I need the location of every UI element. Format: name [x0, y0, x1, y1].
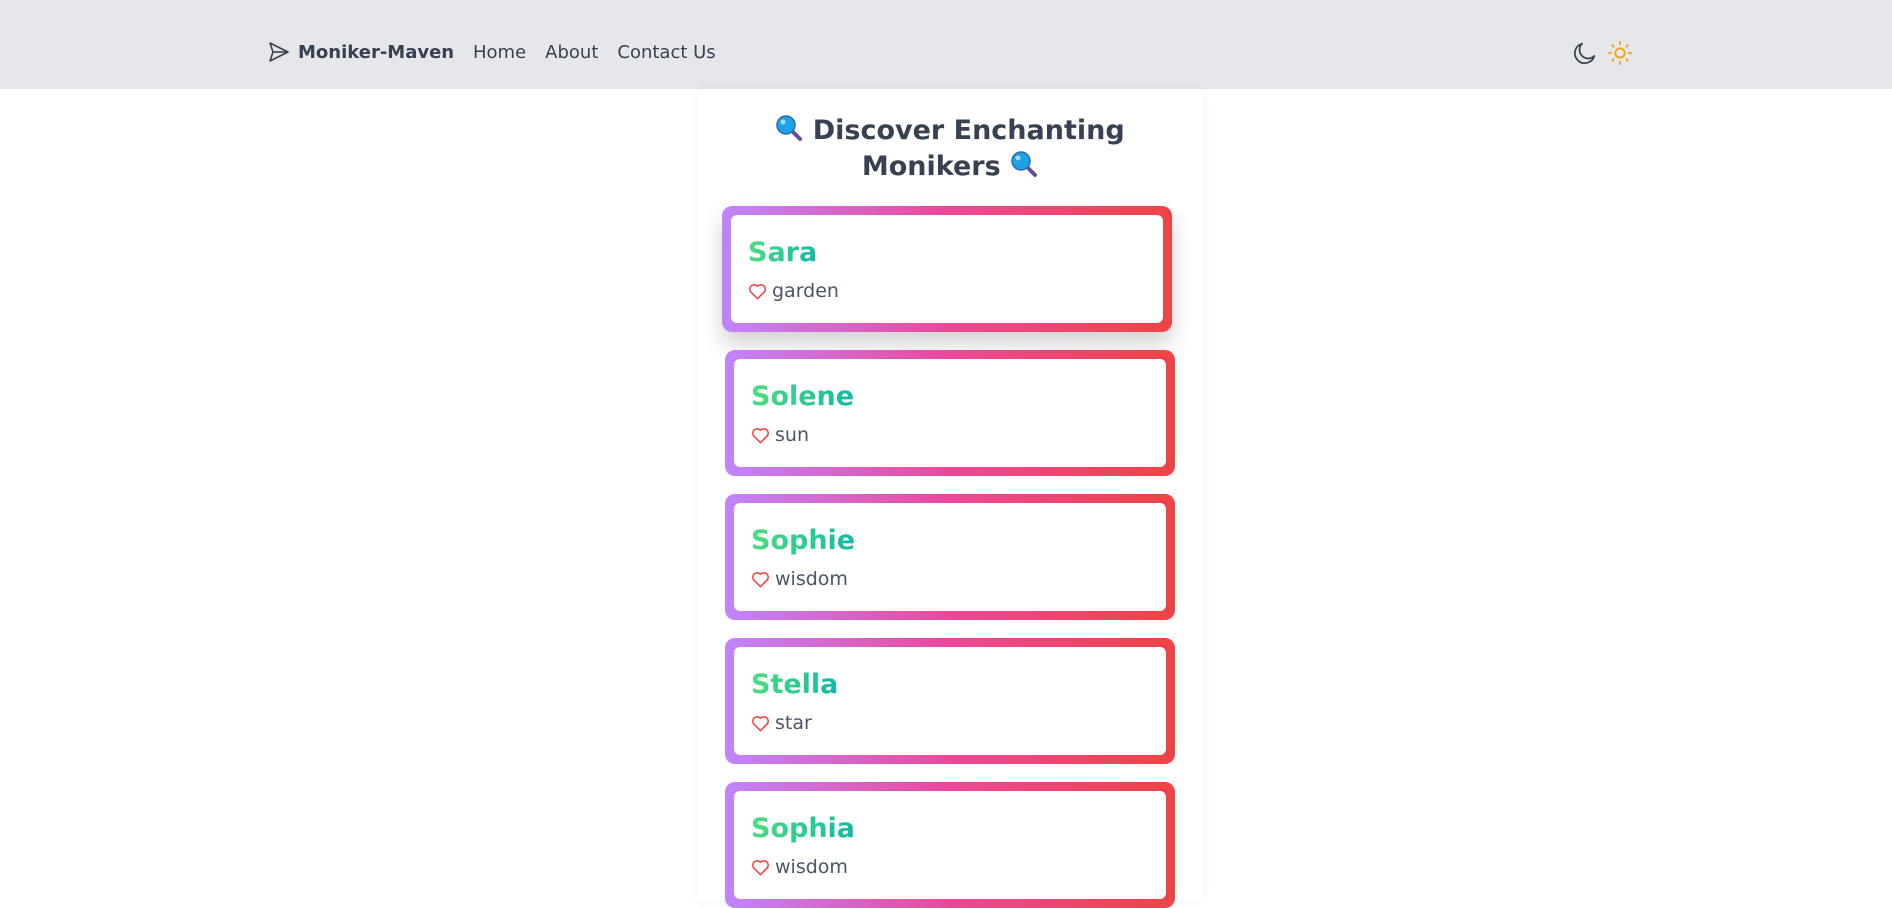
heart-icon	[751, 714, 770, 733]
paper-plane-icon	[267, 40, 291, 64]
name-card[interactable]: Sophia wisdom	[725, 782, 1175, 908]
page-title: Discover Enchanting Monikers	[697, 113, 1203, 185]
magnifying-glass-icon	[1010, 150, 1038, 178]
heart-icon	[751, 858, 770, 877]
top-navbar: Moniker-Maven Home About Contact Us	[0, 0, 1892, 89]
card-name: Stella	[751, 669, 839, 700]
card-body: Sophia wisdom	[734, 791, 1166, 899]
card-name: Sophia	[751, 813, 856, 844]
card-body: Solene sun	[734, 359, 1166, 467]
meaning-text: garden	[772, 280, 839, 302]
name-card[interactable]: Sophie wisdom	[725, 494, 1175, 620]
card-body: Stella star	[734, 647, 1166, 755]
name-card[interactable]: Solene sun	[725, 350, 1175, 476]
name-card[interactable]: Stella star	[725, 638, 1175, 764]
heart-icon	[751, 570, 770, 589]
title-line-1: Discover Enchanting	[812, 115, 1125, 146]
card-meaning: wisdom	[751, 568, 848, 590]
nav-about-link[interactable]: About	[545, 42, 598, 63]
moon-icon[interactable]	[1571, 39, 1599, 67]
nav-contact-link[interactable]: Contact Us	[617, 42, 715, 63]
sun-icon[interactable]	[1606, 39, 1634, 67]
name-card[interactable]: Sara garden	[722, 206, 1172, 332]
meaning-text: wisdom	[775, 568, 848, 590]
brand-name: Moniker-Maven	[298, 41, 455, 63]
meaning-text: sun	[775, 424, 809, 446]
heart-icon	[751, 426, 770, 445]
names-panel: Discover Enchanting Monikers Sara garden…	[697, 89, 1203, 908]
meaning-text: star	[775, 712, 812, 734]
card-body: Sara garden	[731, 215, 1163, 323]
main-nav: Home About Contact Us	[473, 42, 716, 63]
card-name: Sara	[748, 237, 818, 268]
card-meaning: wisdom	[751, 856, 848, 878]
nav-home-link[interactable]: Home	[473, 42, 526, 63]
card-meaning: sun	[751, 424, 809, 446]
brand-link[interactable]: Moniker-Maven	[267, 40, 454, 64]
card-meaning: garden	[748, 280, 839, 302]
title-line-2: Monikers	[861, 151, 1001, 182]
card-name: Sophie	[751, 525, 856, 556]
heart-icon	[748, 282, 767, 301]
meaning-text: wisdom	[775, 856, 848, 878]
card-body: Sophie wisdom	[734, 503, 1166, 611]
card-name: Solene	[751, 381, 855, 412]
card-meaning: star	[751, 712, 812, 734]
magnifying-glass-icon	[775, 114, 803, 142]
